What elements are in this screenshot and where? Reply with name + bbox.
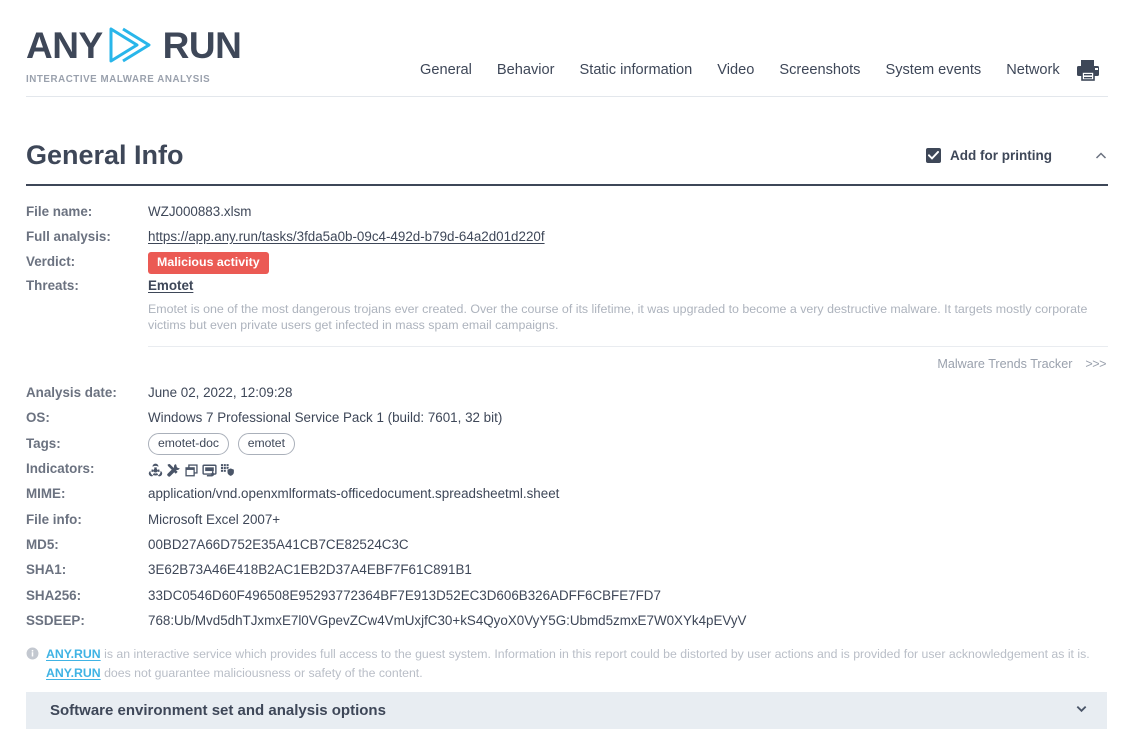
row-full-analysis: Full analysis: https://app.any.run/tasks… bbox=[26, 224, 1108, 249]
row-ssdeep: SSDEEP: 768:Ub/Mvd5dhTJxmxE7l0VGpevZCw4V… bbox=[26, 608, 1108, 633]
threat-link-emotet[interactable]: Emotet bbox=[148, 276, 193, 296]
label-analysis-date: Analysis date: bbox=[26, 380, 148, 405]
label-verdict: Verdict: bbox=[26, 249, 148, 274]
label-mime: MIME: bbox=[26, 481, 148, 506]
site-header: ANY RUN INTERACTIVE MALWARE ANALYSIS Gen… bbox=[26, 0, 1108, 97]
row-sha256: SHA256: 33DC0546D60F496508E95293772364BF… bbox=[26, 583, 1108, 608]
value-file-name: WZJ000883.xlsm bbox=[148, 199, 1108, 224]
threat-description: Emotet is one of the most dangerous troj… bbox=[148, 297, 1108, 347]
row-mime: MIME: application/vnd.openxmlformats-off… bbox=[26, 481, 1108, 506]
full-analysis-link[interactable]: https://app.any.run/tasks/3fda5a0b-09c4-… bbox=[148, 229, 545, 244]
value-sha1: 3E62B73A46E418B2AC1EB2D37A4EBF7F61C891B1 bbox=[148, 557, 1108, 582]
nav-item-system-events[interactable]: System events bbox=[885, 62, 981, 78]
main-nav: General Behavior Static information Vide… bbox=[420, 62, 1060, 78]
anyrun-link-1[interactable]: ANY.RUN bbox=[46, 647, 101, 661]
value-ssdeep: 768:Ub/Mvd5dhTJxmxE7l0VGpevZCw4VmUxjfC30… bbox=[148, 608, 1108, 633]
network-shield-icon[interactable] bbox=[220, 461, 235, 476]
label-os: OS: bbox=[26, 405, 148, 430]
disclaimer-text-2: does not guarantee maliciousness or safe… bbox=[101, 666, 423, 680]
nav-item-static-information[interactable]: Static information bbox=[580, 62, 693, 78]
row-verdict: Verdict: Malicious activity bbox=[26, 249, 1108, 274]
general-info-table: File name: WZJ000883.xlsm Full analysis:… bbox=[26, 186, 1108, 633]
label-file-name: File name: bbox=[26, 199, 148, 224]
label-threats: Threats: bbox=[26, 275, 148, 297]
logo-play-mark-icon bbox=[107, 25, 161, 65]
label-tags: Tags: bbox=[26, 431, 148, 456]
disclaimer-text-1: is an interactive service which provides… bbox=[101, 647, 1090, 661]
logo-text-run: RUN bbox=[163, 27, 242, 64]
add-for-printing-label: Add for printing bbox=[950, 148, 1052, 163]
anyrun-link-2[interactable]: ANY.RUN bbox=[46, 666, 101, 680]
biohazard-icon[interactable] bbox=[148, 461, 163, 476]
software-environment-panel-title: Software environment set and analysis op… bbox=[50, 702, 386, 719]
row-file-name: File name: WZJ000883.xlsm bbox=[26, 199, 1108, 224]
monitor-download-icon[interactable] bbox=[202, 461, 217, 476]
label-full-analysis: Full analysis: bbox=[26, 224, 148, 249]
nav-item-behavior[interactable]: Behavior bbox=[497, 62, 555, 78]
label-file-info: File info: bbox=[26, 507, 148, 532]
label-md5: MD5: bbox=[26, 532, 148, 557]
row-file-info: File info: Microsoft Excel 2007+ bbox=[26, 507, 1108, 532]
tag-emotet-doc[interactable]: emotet-doc bbox=[148, 433, 229, 455]
row-md5: MD5: 00BD27A66D752E35A41CB7CE82524C3C bbox=[26, 532, 1108, 557]
nav-item-screenshots[interactable]: Screenshots bbox=[779, 62, 860, 78]
logo-text-any: ANY bbox=[26, 27, 103, 64]
verdict-badge: Malicious activity bbox=[148, 252, 269, 273]
windows-copy-icon[interactable] bbox=[184, 461, 199, 476]
nav-item-general[interactable]: General bbox=[420, 62, 472, 78]
value-analysis-date: June 02, 2022, 12:09:28 bbox=[148, 380, 1108, 405]
tag-emotet[interactable]: emotet bbox=[238, 433, 295, 455]
row-sha1: SHA1: 3E62B73A46E418B2AC1EB2D37A4EBF7F61… bbox=[26, 557, 1108, 582]
malware-trends-tracker-link[interactable]: Malware Trends Tracker bbox=[937, 357, 1072, 371]
nav-item-video[interactable]: Video bbox=[717, 62, 754, 78]
malware-trends-row: Malware Trends Tracker >>> bbox=[26, 347, 1108, 380]
trends-arrows-icon[interactable]: >>> bbox=[1085, 357, 1106, 371]
add-for-printing-checkbox[interactable] bbox=[926, 148, 941, 163]
page-header: General Info Add for printing bbox=[26, 97, 1108, 171]
row-analysis-date: Analysis date: June 02, 2022, 12:09:28 bbox=[26, 380, 1108, 405]
printer-icon[interactable] bbox=[1075, 57, 1101, 83]
label-ssdeep: SSDEEP: bbox=[26, 608, 148, 633]
value-os: Windows 7 Professional Service Pack 1 (b… bbox=[148, 405, 1108, 430]
row-threats: Threats: Emotet bbox=[26, 275, 1108, 297]
indicators-list bbox=[148, 456, 1108, 481]
row-os: OS: Windows 7 Professional Service Pack … bbox=[26, 405, 1108, 430]
info-icon bbox=[26, 647, 39, 666]
row-indicators: Indicators: bbox=[26, 456, 1108, 481]
chevron-down-icon[interactable] bbox=[1075, 702, 1088, 720]
label-indicators: Indicators: bbox=[26, 456, 148, 481]
disclaimer: ANY.RUN is an interactive service which … bbox=[26, 645, 1108, 682]
tools-icon[interactable] bbox=[166, 461, 181, 476]
label-sha256: SHA256: bbox=[26, 583, 148, 608]
page-header-controls: Add for printing bbox=[926, 148, 1108, 163]
row-tags: Tags: emotet-doc emotet bbox=[26, 431, 1108, 456]
logo[interactable]: ANY RUN INTERACTIVE MALWARE ANALYSIS bbox=[26, 23, 326, 85]
disclaimer-text: ANY.RUN is an interactive service which … bbox=[46, 645, 1090, 682]
value-file-info: Microsoft Excel 2007+ bbox=[148, 507, 1108, 532]
value-sha256: 33DC0546D60F496508E95293772364BF7E913D52… bbox=[148, 583, 1108, 608]
nav-item-network[interactable]: Network bbox=[1006, 62, 1060, 78]
value-md5: 00BD27A66D752E35A41CB7CE82524C3C bbox=[148, 532, 1108, 557]
value-mime: application/vnd.openxmlformats-officedoc… bbox=[148, 481, 1108, 506]
label-sha1: SHA1: bbox=[26, 557, 148, 582]
logo-tagline: INTERACTIVE MALWARE ANALYSIS bbox=[26, 73, 305, 85]
chevron-up-icon[interactable] bbox=[1094, 149, 1108, 163]
software-environment-panel[interactable]: Software environment set and analysis op… bbox=[26, 692, 1107, 729]
row-threat-description: Emotet is one of the most dangerous troj… bbox=[26, 297, 1108, 347]
